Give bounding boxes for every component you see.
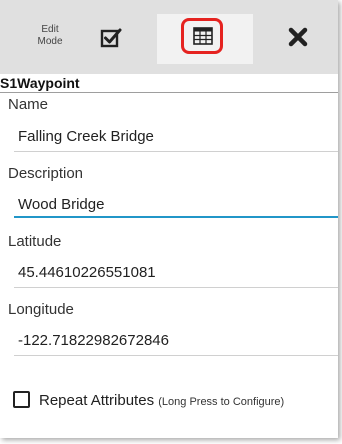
latitude-field[interactable]: 45.44610226551081 [18, 264, 156, 282]
description-label: Description [8, 165, 84, 182]
table-view-button[interactable] [157, 14, 253, 64]
description-field-underline [14, 216, 338, 218]
selected-highlight [181, 18, 223, 54]
edit-mode-label-line2: Mode [37, 36, 63, 47]
toolbar: Edit Mode [0, 0, 338, 74]
longitude-label: Longitude [8, 301, 74, 318]
repeat-attributes-label: Repeat Attributes (Long Press to Configu… [39, 392, 284, 411]
attribute-form-panel: Edit Mode S1Waypoint Name Falling Creek … [0, 0, 338, 438]
repeat-attributes-checkbox[interactable] [13, 391, 30, 408]
latitude-field-underline [14, 287, 338, 288]
table-grid-icon [193, 27, 213, 45]
name-field-underline [14, 151, 338, 152]
repeat-attributes-text: Repeat Attributes [39, 392, 155, 409]
close-icon[interactable] [287, 26, 309, 48]
form-title: S1Waypoint [0, 75, 80, 91]
checkbox-check-icon[interactable] [100, 26, 122, 48]
description-field[interactable]: Wood Bridge [18, 196, 104, 214]
edit-mode-label-line1: Edit [41, 24, 59, 35]
name-label: Name [8, 96, 49, 113]
latitude-label: Latitude [8, 233, 62, 250]
longitude-field-underline [14, 355, 338, 356]
title-divider [0, 92, 338, 93]
repeat-attributes-hint: (Long Press to Configure) [158, 396, 285, 408]
longitude-field[interactable]: -122.71822982672846 [18, 332, 169, 350]
edit-mode-button[interactable]: Edit Mode [28, 24, 72, 48]
name-field[interactable]: Falling Creek Bridge [18, 128, 154, 146]
